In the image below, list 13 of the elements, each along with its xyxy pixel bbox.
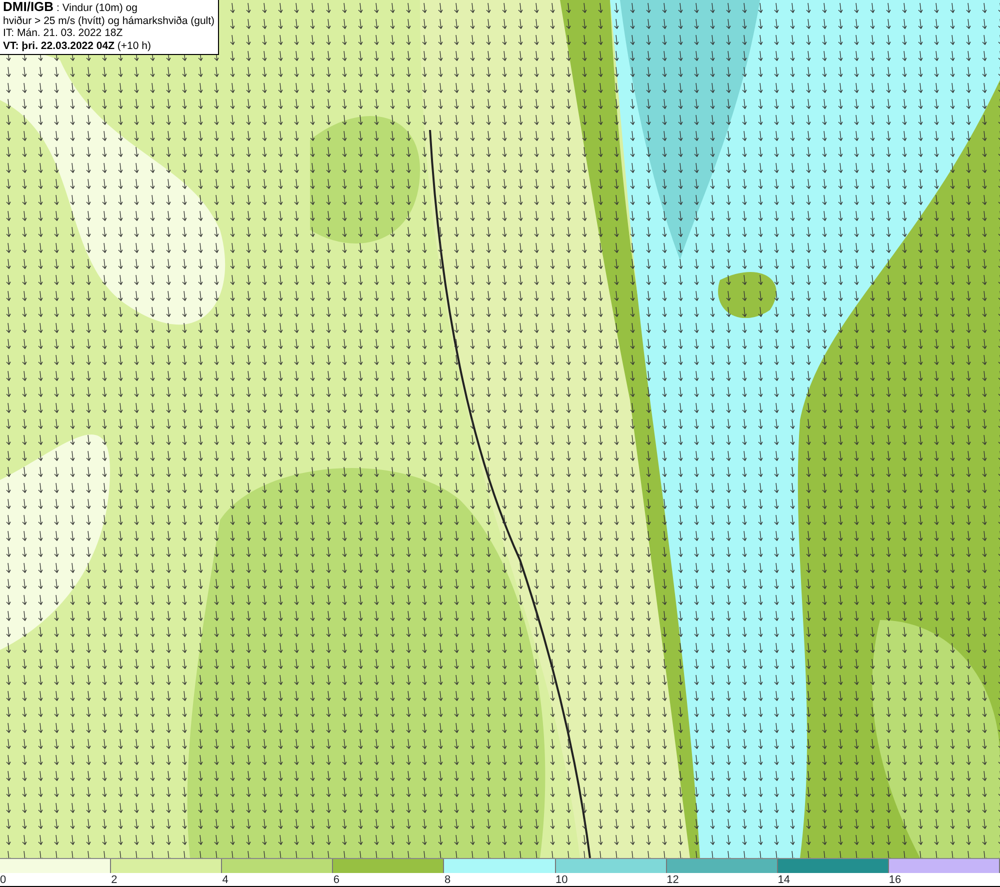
legend-tick-label: 10	[556, 874, 568, 886]
legend-tick-label: 12	[666, 874, 679, 886]
legend-tick-label: 6	[333, 874, 340, 886]
legend-tick-label: 2	[111, 874, 118, 886]
initial-time: IT: Mán. 21. 03. 2022 18Z	[3, 27, 124, 40]
map-title: DMI/IGB : Vindur (10m) og	[3, 1, 138, 14]
legend-tick-label: 4	[222, 874, 228, 886]
map-subtitle: hviður > 25 m/s (hvítt) og hámarkshviða (gult)	[3, 14, 215, 27]
valid-time: VT: þri. 22.03.2022 04Z (+10 h)	[3, 40, 152, 52]
legend-tick-label: 16	[888, 874, 902, 886]
legend-tick-label: 0	[0, 874, 6, 886]
legend-tick-label: 8	[444, 874, 451, 886]
legend-tick-label: 14	[778, 874, 790, 886]
